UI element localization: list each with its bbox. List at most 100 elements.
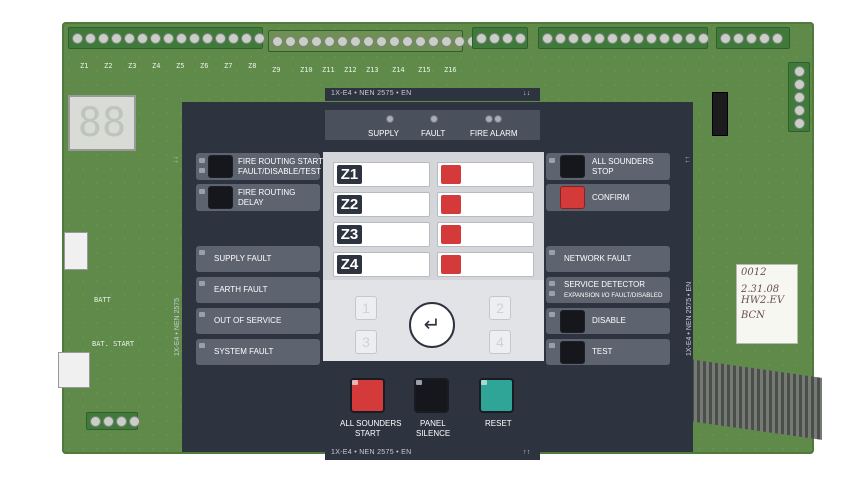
side-text-left: 1X-E4 • NEN 2575 — [174, 297, 181, 356]
zone-row-z3-right[interactable] — [437, 222, 534, 247]
sticker-line-2: 2.31.08 — [741, 284, 780, 295]
side-arrows-left: ↓↓ — [172, 155, 180, 164]
fire-alarm-label: FIRE ALARM — [470, 129, 518, 138]
zone-tag-z1: Z1 — [337, 165, 362, 184]
sticker-line-3: HW2.EV — [741, 295, 785, 306]
terminal-label-z13: Z13 — [366, 66, 379, 74]
supply-fault-label: SUPPLY FAULT — [214, 254, 272, 263]
keypad-key-2[interactable]: 2 — [489, 296, 511, 320]
zone-row-z1-right[interactable] — [437, 162, 534, 187]
zone-row-z3-left[interactable]: Z3 — [333, 222, 430, 247]
network-fault-led — [549, 250, 555, 255]
fire-alarm-led-2 — [494, 115, 502, 123]
system-fault-label: SYSTEM FAULT — [214, 347, 274, 356]
terminal-strip-zones-b — [268, 30, 478, 52]
sticker-line-1: 0012 — [741, 267, 767, 278]
all-sounders-start-label-2: START — [355, 429, 381, 438]
terminal-label-z12: Z12 — [344, 66, 357, 74]
system-fault-led — [199, 343, 205, 348]
reset-led — [481, 380, 487, 385]
zone-z2-alarm-red — [441, 195, 461, 214]
service-detector-led-2 — [549, 291, 555, 296]
zone-row-z4-right[interactable] — [437, 252, 534, 277]
zone-tag-z3: Z3 — [337, 225, 362, 244]
all-sounders-stop-key[interactable] — [560, 155, 585, 178]
service-detector-label: SERVICE DETECTOR — [564, 280, 646, 289]
segment-digits: 88 — [77, 100, 127, 146]
sticker-line-4: BCN — [741, 310, 765, 321]
all-sounders-start-led — [352, 380, 358, 385]
zone-row-z2-left[interactable]: Z2 — [333, 192, 430, 217]
terminal-label-z4: Z4 — [152, 62, 161, 70]
panel-silence-label-2: SILENCE — [416, 429, 451, 438]
all-sounders-stop-led — [549, 158, 555, 163]
fault-label: FAULT — [421, 129, 446, 138]
zone-tag-z2: Z2 — [337, 195, 362, 214]
white-connector-bottom — [58, 352, 90, 388]
zone-row-z1-left[interactable]: Z1 — [333, 162, 430, 187]
terminal-label-z15: Z15 — [418, 66, 431, 74]
terminal-label-z1: Z1 — [80, 62, 89, 70]
keypad-key-1[interactable]: 1 — [355, 296, 377, 320]
terminal-label-z11: Z11 — [322, 66, 335, 74]
all-sounders-start-label-1: ALL SOUNDERS — [340, 419, 402, 428]
zone-row-z2-right[interactable] — [437, 192, 534, 217]
disable-label: DISABLE — [592, 316, 626, 325]
network-fault-label: NETWORK FAULT — [564, 254, 632, 263]
fault-led — [430, 115, 438, 123]
white-connector-top — [64, 232, 88, 270]
test-key[interactable] — [560, 341, 585, 364]
fire-alarm-led-1 — [485, 115, 493, 123]
terminal-label-z14: Z14 — [392, 66, 405, 74]
bottom-band-text: 1X-E4 • NEN 2575 • EN — [331, 449, 412, 456]
bottom-band-arrows: ↑↑ — [523, 449, 531, 456]
keypad-key-3[interactable]: 3 — [355, 330, 377, 354]
batt-label: BATT — [94, 296, 111, 304]
fire-routing-delay-key[interactable] — [208, 186, 233, 209]
zone-z1-alarm-red — [441, 165, 461, 184]
terminal-strip-io-c — [716, 27, 790, 49]
zone-z3-alarm-red — [441, 225, 461, 244]
terminal-strip-bottom-left — [86, 412, 140, 430]
fire-routing-start-led-2 — [199, 168, 205, 173]
terminal-label-z9: Z9 — [272, 66, 281, 74]
disable-key[interactable] — [560, 310, 585, 333]
side-text-right: 1X-E4 • NEN 2575 • EN — [686, 281, 693, 356]
fire-routing-start-key[interactable] — [208, 155, 233, 178]
terminal-label-z16: Z16 — [444, 66, 457, 74]
out-of-service-label: OUT OF SERVICE — [214, 316, 282, 325]
terminal-strip-zones-a — [68, 27, 278, 49]
fire-routing-start-led-1 — [199, 158, 205, 163]
terminal-strip-io-a — [472, 27, 528, 49]
keypad-enter-button[interactable]: ↵ — [409, 302, 455, 348]
confirm-label: CONFIRM — [592, 193, 630, 202]
panel-silence-led — [416, 380, 422, 385]
keypad-key-4[interactable]: 4 — [489, 330, 511, 354]
service-detector-led-1 — [549, 281, 555, 286]
fire-routing-delay-label-2: DELAY — [238, 198, 264, 207]
terminal-strip-right — [788, 62, 810, 132]
fire-routing-delay-label-1: FIRE ROUTING — [238, 188, 296, 197]
supply-label: SUPPLY — [368, 129, 399, 138]
fire-routing-start-sublabel: FAULT/DISABLE/TEST — [238, 167, 321, 176]
seven-segment-display: 88 — [68, 95, 136, 151]
confirm-key[interactable] — [560, 186, 585, 209]
supply-fault-led — [199, 250, 205, 255]
earth-fault-label: EARTH FAULT — [214, 285, 268, 294]
pin-header-right — [712, 92, 728, 136]
bat-start-label: BAT. START — [92, 340, 135, 348]
terminal-label-z3: Z3 — [128, 62, 137, 70]
all-sounders-stop-label-1: ALL SOUNDERS — [592, 157, 654, 166]
out-of-service-led — [199, 312, 205, 317]
zone-row-z4-left[interactable]: Z4 — [333, 252, 430, 277]
earth-fault-led — [199, 281, 205, 286]
panel-top-band: 1X-E4 • NEN 2575 • EN ↓↓ — [325, 88, 540, 101]
disable-led — [549, 312, 555, 317]
top-band-text: 1X-E4 • NEN 2575 • EN — [331, 90, 412, 97]
terminal-label-z8: Z8 — [248, 62, 257, 70]
supply-led — [386, 115, 394, 123]
service-detector-sublabel: EXPANSION I/O FAULT/DISABLED — [564, 292, 663, 299]
panel-bottom-band: 1X-E4 • NEN 2575 • EN ↑↑ — [325, 446, 540, 460]
side-arrows-right: ↑↑ — [684, 155, 692, 164]
panel-silence-label-1: PANEL — [420, 419, 446, 428]
